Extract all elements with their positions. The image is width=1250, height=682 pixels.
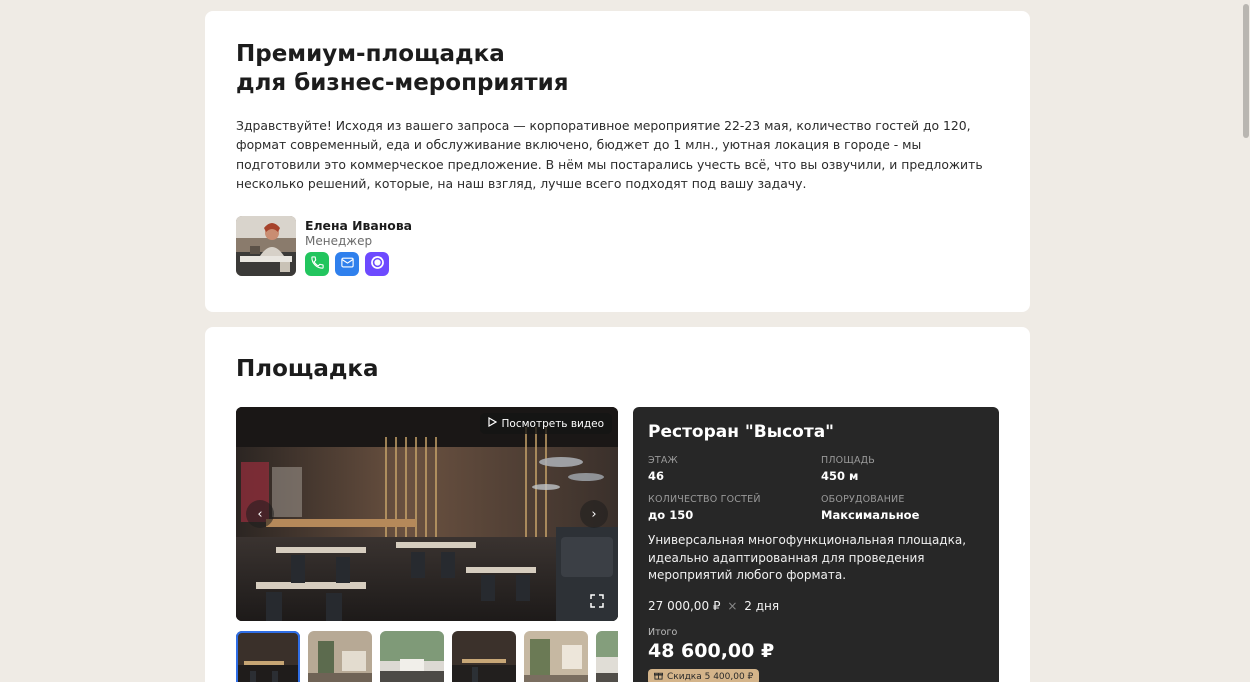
- intro-card: Премиум-площадка для бизнес-мероприятия …: [205, 11, 1030, 312]
- page-scrollbar[interactable]: [1242, 0, 1250, 682]
- thumbnail-2[interactable]: [308, 631, 372, 682]
- manager-name: Елена Иванова: [305, 218, 413, 233]
- messenger-icon: [369, 254, 386, 275]
- spec-label-equipment: ОБОРУДОВАНИЕ: [821, 494, 905, 505]
- venue-gallery[interactable]: Посмотреть видео ‹ ›: [236, 407, 618, 621]
- spec-value-floor: 46: [648, 469, 665, 483]
- days-count: 2 дня: [744, 599, 780, 613]
- scrollbar-thumb[interactable]: [1243, 4, 1249, 138]
- spec-label-area: ПЛОЩАДЬ: [821, 455, 875, 466]
- mail-button[interactable]: [335, 252, 359, 276]
- total-label: Итого: [648, 627, 678, 638]
- manager-avatar: [236, 216, 296, 276]
- section-title: Площадка: [236, 356, 379, 382]
- price-calculation: 27 000,00 ₽ × 2 дня: [648, 599, 779, 613]
- venue-photo: [236, 407, 618, 621]
- spec-label-guests: КОЛИЧЕСТВО ГОСТЕЙ: [648, 494, 761, 505]
- thumbnail-5[interactable]: [524, 631, 588, 682]
- messenger-button[interactable]: [365, 252, 389, 276]
- gallery-prev-button[interactable]: ‹: [246, 500, 274, 528]
- chevron-right-icon: ›: [591, 506, 597, 522]
- venue-description: Универсальная многофункциональная площад…: [648, 533, 967, 582]
- watch-video-label: Посмотреть видео: [501, 417, 604, 430]
- page-title: Премиум-площадка для бизнес-мероприятия: [236, 40, 569, 98]
- gift-icon: [654, 671, 663, 682]
- thumbnail-1[interactable]: [236, 631, 300, 682]
- phone-icon: [310, 255, 325, 274]
- spec-value-area: 450 м: [821, 469, 859, 483]
- page-title-line1: Премиум-площадка: [236, 41, 505, 67]
- fullscreen-button[interactable]: [590, 593, 606, 609]
- play-icon: [487, 416, 497, 430]
- discount-badge: Скидка 5 400,00 ₽: [648, 669, 760, 682]
- phone-button[interactable]: [305, 252, 329, 276]
- gallery-thumbnails: [236, 631, 618, 682]
- greeting-text: Здравствуйте! Исходя из вашего запроса —…: [236, 118, 983, 191]
- chevron-left-icon: ‹: [257, 506, 263, 522]
- thumbnail-6[interactable]: [596, 631, 618, 682]
- mail-icon: [340, 255, 355, 274]
- spec-value-guests: до 150: [648, 508, 694, 522]
- watch-video-button[interactable]: Посмотреть видео: [479, 413, 612, 434]
- total-value: 48 600,00 ₽: [648, 640, 775, 662]
- thumbnail-4[interactable]: [452, 631, 516, 682]
- fullscreen-icon: [590, 593, 604, 612]
- page-title-line2: для бизнес-мероприятия: [236, 70, 569, 96]
- manager-role: Менеджер: [305, 234, 373, 248]
- spec-value-equipment: Максимальное: [821, 508, 920, 522]
- gallery-next-button[interactable]: ›: [580, 500, 608, 528]
- venue-card: Площадка Посмотреть видео ‹ › Ресторан "…: [205, 327, 1030, 682]
- multiply-sign: ×: [727, 599, 738, 613]
- venue-name: Ресторан "Высота": [648, 422, 835, 442]
- price-per-day: 27 000,00 ₽: [648, 599, 721, 613]
- spec-label-floor: ЭТАЖ: [648, 455, 678, 466]
- venue-info-panel: Ресторан "Высота" ЭТАЖ 46 ПЛОЩАДЬ 450 м …: [633, 407, 999, 682]
- discount-text: Скидка 5 400,00 ₽: [667, 672, 754, 682]
- thumbnail-3[interactable]: [380, 631, 444, 682]
